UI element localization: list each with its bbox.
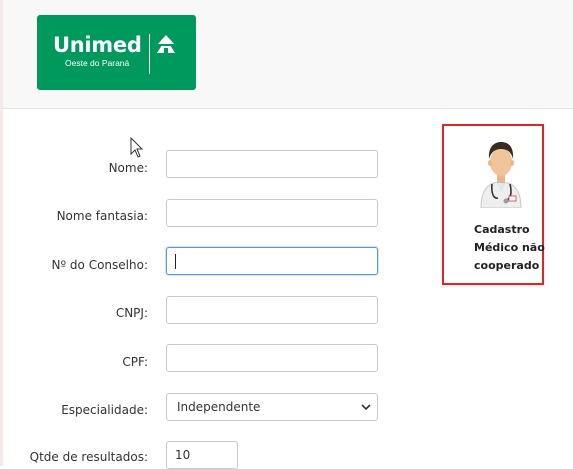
conselho-input[interactable] <box>166 247 378 275</box>
logo-region-text: Oeste do Paraná <box>65 58 130 68</box>
card-line-3: cooperado <box>474 259 540 272</box>
nome-fantasia-input[interactable] <box>166 199 378 227</box>
nome-fantasia-label: Nome fantasia: <box>56 209 148 223</box>
cadastro-medico-label: Cadastro Médico não cooperado <box>474 221 545 275</box>
header-divider <box>3 108 573 109</box>
qtde-value: 10 <box>175 448 191 462</box>
especialidade-label: Especialidade: <box>61 403 148 417</box>
logo-divider <box>149 34 150 74</box>
especialidade-select[interactable]: Independente <box>166 393 378 421</box>
text-caret <box>175 254 176 269</box>
nome-label: Nome: <box>108 161 148 175</box>
conselho-label: Nº do Conselho: <box>51 258 148 272</box>
cnpj-label: CNPJ: <box>115 306 148 320</box>
cnpj-input[interactable] <box>166 296 378 324</box>
cadastro-medico-card[interactable]: Cadastro Médico não cooperado <box>442 124 545 285</box>
mouse-pointer-icon <box>130 137 144 158</box>
qtde-label: Qtde de resultados: <box>29 450 148 464</box>
especialidade-selected: Independente <box>177 400 261 414</box>
nome-input[interactable] <box>166 150 378 178</box>
card-line-2: Médico não <box>474 241 545 254</box>
logo-brand-text: Unimed <box>53 33 142 57</box>
qtde-input[interactable]: 10 <box>166 441 238 469</box>
card-line-1: Cadastro <box>474 223 530 236</box>
unimed-logo[interactable]: Unimed Oeste do Paraná <box>37 15 196 90</box>
cpf-input[interactable] <box>166 344 378 372</box>
unimed-tree-icon <box>154 35 178 55</box>
cpf-label: CPF: <box>122 355 148 369</box>
chevron-down-icon <box>361 404 371 411</box>
doctor-avatar-icon <box>480 142 522 208</box>
